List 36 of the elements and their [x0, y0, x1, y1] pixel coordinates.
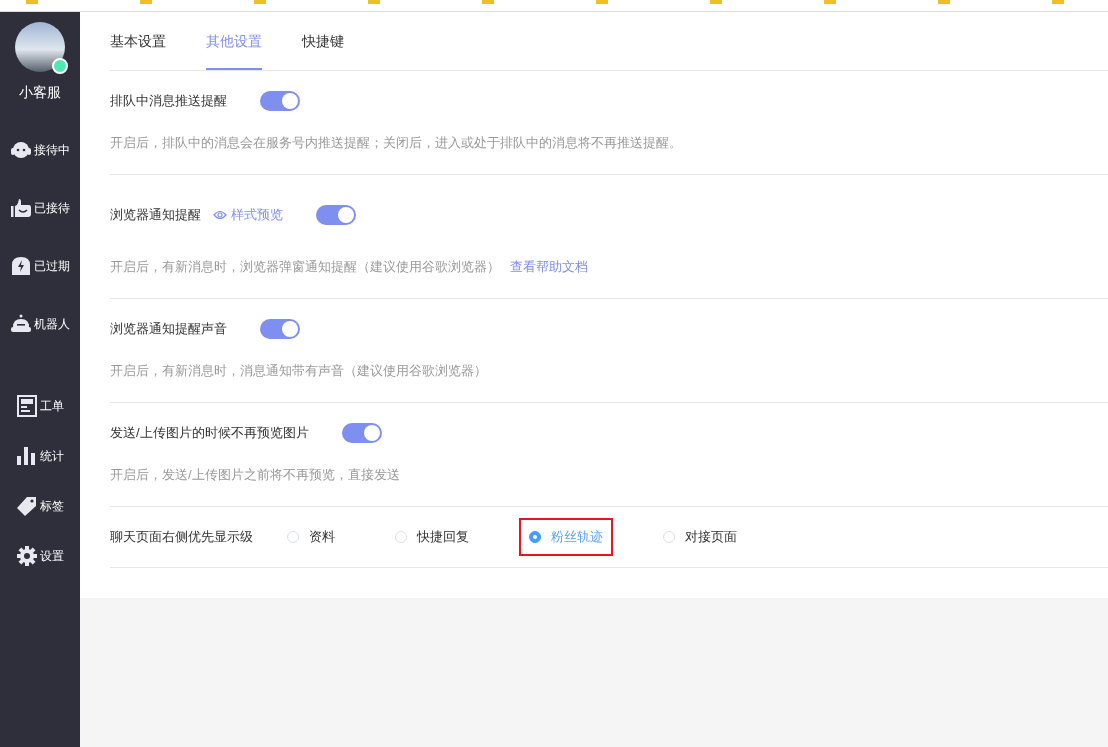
toggle-switch[interactable]: [341, 423, 382, 443]
tag-icon: [16, 495, 38, 517]
setting-title: 浏览器通知提醒声音: [110, 320, 227, 338]
headset-icon: [10, 139, 32, 161]
radio-option[interactable]: 快捷回复: [385, 518, 479, 556]
sidebar-item[interactable]: 机器人: [10, 314, 70, 334]
setting-title: 聊天页面右侧优先显示级: [110, 528, 253, 546]
eye-icon: [213, 210, 227, 220]
setting-description: 开启后，排队中的消息会在服务号内推送提醒；关闭后，进入或处于排队中的消息将不再推送提醒。: [110, 134, 682, 152]
setting-title: 排队中消息推送提醒: [110, 92, 227, 110]
setting-title: 浏览器通知提醒: [110, 206, 201, 224]
avatar-photo[interactable]: [15, 22, 65, 72]
setting-description: 开启后，有新消息时，消息通知带有声音（建议使用谷歌浏览器）: [110, 362, 487, 380]
bell-icon: [10, 313, 32, 335]
toggle-switch[interactable]: [260, 319, 300, 339]
lightning-icon: [10, 255, 32, 277]
sidebar-item[interactable]: 已过期: [10, 256, 70, 276]
sidebar-item[interactable]: 工单: [16, 396, 64, 416]
sidebar-item[interactable]: 统计: [16, 446, 64, 466]
radio-option[interactable]: 对接页面: [653, 518, 747, 556]
setting-title: 发送/上传图片的时候不再预览图片: [110, 424, 309, 442]
thumbs-up-icon: [10, 197, 32, 219]
bar-chart-icon: [16, 445, 38, 467]
toggle-switch[interactable]: [260, 91, 300, 111]
user-name: 小客服: [19, 84, 61, 102]
sidebar-item[interactable]: 标签: [16, 496, 64, 516]
setting-description: 开启后，发送/上传图片之前将不再预览，直接发送: [110, 466, 400, 484]
sidebar-item[interactable]: 已接待: [10, 198, 70, 218]
sidebar-item[interactable]: 接待中: [10, 140, 70, 160]
sidebar-item[interactable]: 设置: [16, 546, 64, 566]
radio-option[interactable]: 资料: [277, 518, 345, 556]
setting-description: 开启后，有新消息时，浏览器弹窗通知提醒（建议使用谷歌浏览器）: [110, 258, 500, 276]
toggle-switch[interactable]: [316, 205, 356, 225]
settings-tab[interactable]: 快捷键: [302, 12, 344, 70]
document-icon: [16, 395, 38, 417]
settings-tab[interactable]: 基本设置: [110, 12, 166, 70]
